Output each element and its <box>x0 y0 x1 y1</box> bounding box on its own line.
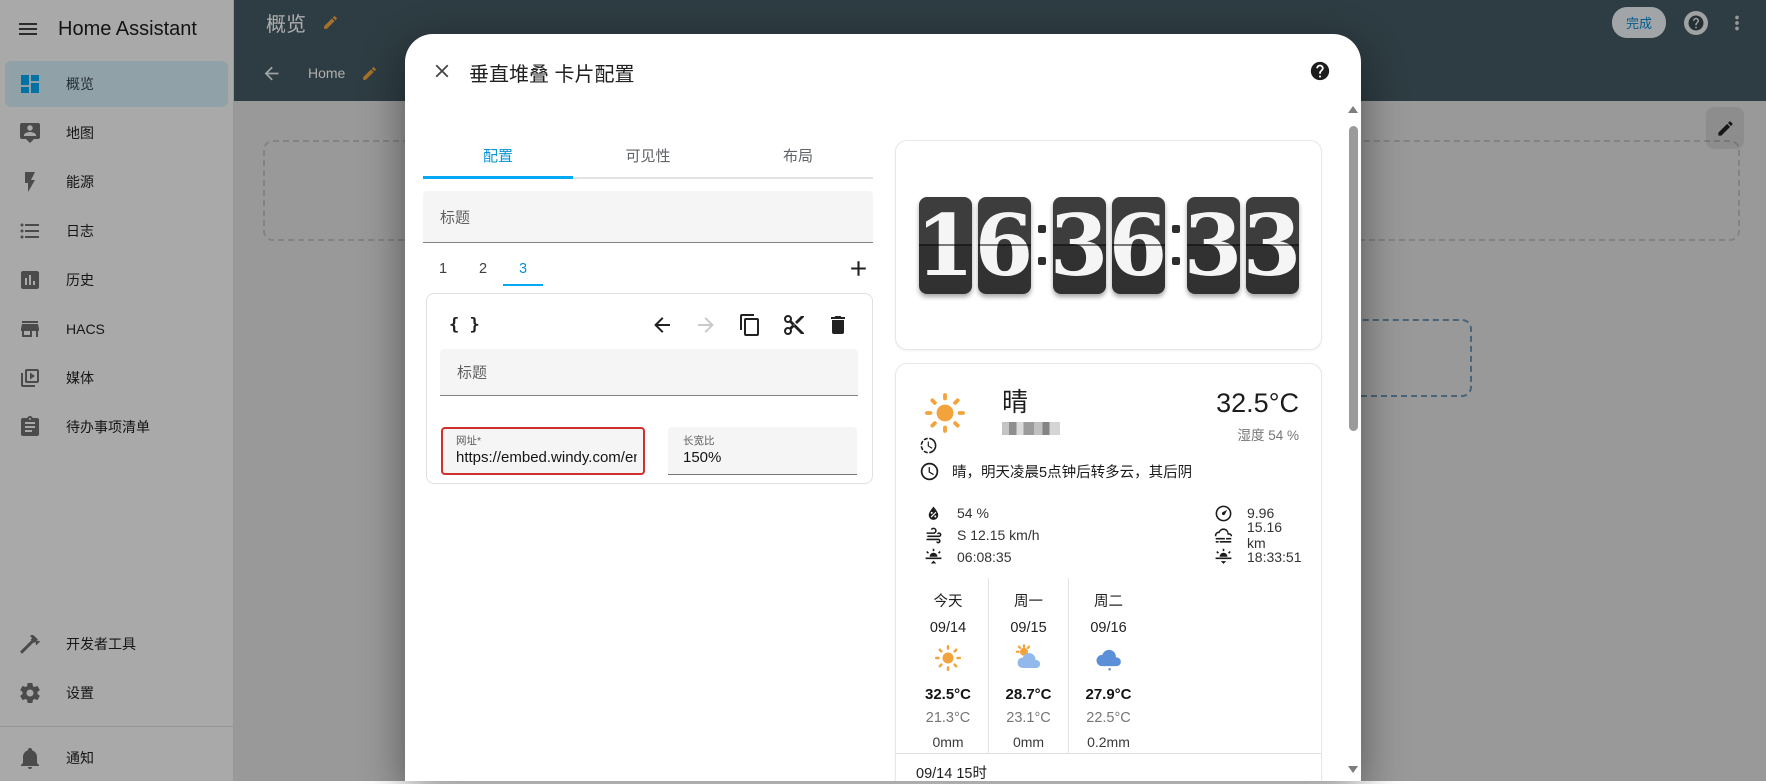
card-editor: { } 标题 网址* 长宽比 <box>426 293 873 484</box>
stack-tab-3[interactable]: 3 <box>503 252 543 286</box>
clock-digit: 1 <box>919 197 972 294</box>
forecast-day-0: 今天 09/14 32.5°C 21.3°C 0mm <box>908 578 988 753</box>
card-preview-column: 1 6 3 6 3 3 晴 32.5°C 湿度 54 % <box>895 140 1322 781</box>
scroll-down-arrow[interactable] <box>1348 766 1358 773</box>
stack-tab-2[interactable]: 2 <box>463 252 503 286</box>
sunset-icon <box>1214 548 1233 567</box>
tab-config[interactable]: 配置 <box>423 133 573 177</box>
url-input[interactable] <box>456 448 643 466</box>
scroll-up-arrow[interactable] <box>1348 106 1358 113</box>
sunrise-icon <box>924 548 943 567</box>
weather-summary: 晴，明天凌晨5点钟后转多云，其后阴 <box>952 461 1192 482</box>
weather-card: 晴 32.5°C 湿度 54 % 晴，明天凌晨5点钟后转多云，其后阴 54 % <box>895 363 1322 781</box>
weather-condition: 晴 <box>1002 388 1060 418</box>
yaml-editor-toggle[interactable]: { } <box>449 315 480 335</box>
attr-humidity: 54 % <box>924 502 1214 524</box>
forecast-day-1: 周一 09/15 28.7°C 23.1°C 0mm <box>988 578 1068 753</box>
stack-tab-1[interactable]: 1 <box>423 252 463 286</box>
clock-digit: 3 <box>1187 197 1240 294</box>
aspect-ratio-field[interactable]: 长宽比 <box>668 427 857 475</box>
url-field-label: 网址* <box>456 433 643 448</box>
card-config-dialog: 垂直堆叠 卡片配置 配置 可见性 布局 标题 1 2 3 { } <box>405 34 1361 781</box>
weather-forecast: 今天 09/14 32.5°C 21.3°C 0mm 周一 09/15 28.7… <box>896 578 1148 753</box>
water-percent-icon <box>924 504 943 523</box>
clock-digit: 3 <box>1053 197 1106 294</box>
clock-digit: 6 <box>978 197 1031 294</box>
tab-layout[interactable]: 布局 <box>723 133 873 177</box>
gauge-icon <box>1214 504 1233 523</box>
sun-icon <box>922 390 968 436</box>
card-title-field-label: 标题 <box>457 362 487 383</box>
close-icon[interactable] <box>431 60 453 82</box>
copy-icon[interactable] <box>738 313 762 337</box>
location-redacted <box>1002 422 1060 435</box>
aspect-ratio-input[interactable] <box>683 448 857 466</box>
cut-icon[interactable] <box>782 313 806 337</box>
attr-wind: S 12.15 km/h <box>924 524 1214 546</box>
undo-icon[interactable] <box>650 313 674 337</box>
weather-temperature: 32.5°C <box>1216 388 1299 419</box>
clock-colon <box>1171 225 1181 265</box>
card-title-field[interactable]: 标题 <box>440 349 858 396</box>
clock-colon <box>1037 225 1047 265</box>
weather-humidity: 湿度 54 % <box>1216 424 1299 444</box>
attr-sunset: 18:33:51 <box>1214 546 1302 568</box>
config-form-column: 配置 可见性 布局 标题 1 2 3 { } <box>423 133 873 484</box>
partly-cloudy-icon <box>1014 643 1044 673</box>
delete-icon[interactable] <box>826 313 850 337</box>
progress-clock-icon <box>919 436 938 455</box>
attr-sunrise: 06:08:35 <box>924 546 1214 568</box>
add-card-icon[interactable] <box>846 256 871 281</box>
attr-visibility: 15.16 km <box>1214 524 1302 546</box>
redo-icon <box>694 313 718 337</box>
flip-clock-card: 1 6 3 6 3 3 <box>895 140 1322 350</box>
wind-icon <box>924 526 943 545</box>
dialog-help-icon[interactable] <box>1309 60 1331 82</box>
dialog-tabbar: 配置 可见性 布局 <box>423 133 873 179</box>
tab-visibility[interactable]: 可见性 <box>573 133 723 177</box>
stack-card-tabs: 1 2 3 <box>423 252 873 286</box>
sunny-icon <box>933 643 963 673</box>
clock-digit: 3 <box>1246 197 1299 294</box>
stack-title-field[interactable]: 标题 <box>423 191 873 243</box>
stack-title-field-label: 标题 <box>440 206 470 227</box>
fog-icon <box>1214 526 1233 545</box>
clock-digit: 6 <box>1112 197 1165 294</box>
weather-attributes: 54 % S 12.15 km/h 06:08:35 9.96 15.16 km <box>924 502 1301 568</box>
aspect-ratio-field-label: 长宽比 <box>683 433 857 448</box>
scrollbar-thumb[interactable] <box>1349 126 1358 431</box>
url-field[interactable]: 网址* <box>441 427 645 475</box>
hourly-forecast-header: 09/14 15时 <box>896 753 1321 781</box>
cloudy-icon <box>1094 643 1124 673</box>
forecast-day-2: 周二 09/16 27.9°C 22.5°C 0.2mm <box>1068 578 1148 753</box>
dialog-scrollbar <box>1347 100 1360 781</box>
dialog-title: 垂直堆叠 卡片配置 <box>469 58 635 87</box>
clock-icon <box>919 461 940 482</box>
